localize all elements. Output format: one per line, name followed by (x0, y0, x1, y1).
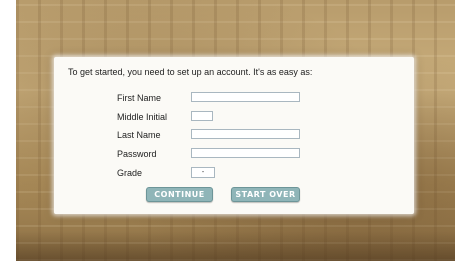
first-name-row: First Name (54, 92, 414, 106)
middle-initial-row: Middle Initial (54, 111, 414, 125)
first-name-label: First Name (117, 93, 162, 103)
password-field[interactable] (191, 148, 300, 158)
password-row: Password (54, 148, 414, 162)
last-name-field[interactable] (191, 129, 300, 139)
intro-text: To get started, you need to set up an ac… (68, 67, 313, 77)
first-name-field[interactable] (191, 92, 300, 102)
middle-initial-label: Middle Initial (117, 112, 168, 122)
continue-button[interactable]: CONTINUE (146, 187, 213, 202)
grade-row: Grade - (54, 167, 414, 181)
start-over-button[interactable]: START OVER (231, 187, 300, 202)
grade-select[interactable]: - (191, 167, 215, 178)
grade-label: Grade (117, 168, 143, 178)
last-name-label: Last Name (117, 130, 161, 140)
password-label: Password (117, 149, 157, 159)
middle-initial-field[interactable] (191, 111, 213, 121)
account-setup-panel: To get started, you need to set up an ac… (54, 57, 414, 214)
last-name-row: Last Name (54, 129, 414, 143)
